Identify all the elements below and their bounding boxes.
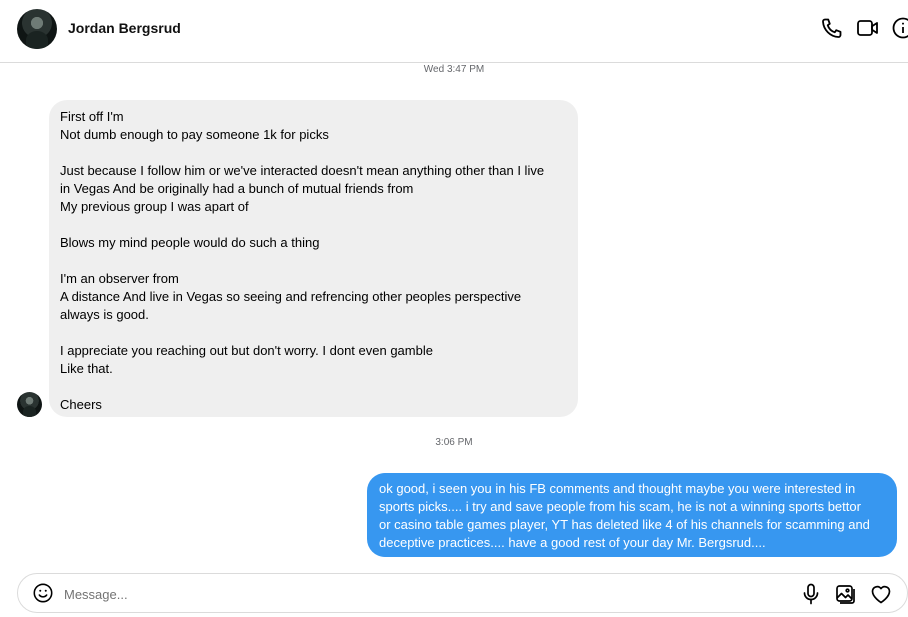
message-line xyxy=(60,324,567,342)
message-line: My previous group I was apart of xyxy=(60,199,249,214)
message-timestamp: 3:06 PM xyxy=(435,437,473,448)
message-line: I appreciate you reaching out but don't … xyxy=(60,343,433,358)
incoming-message-bubble[interactable]: First off I'm Not dumb enough to pay some… xyxy=(49,100,578,417)
sender-avatar[interactable] xyxy=(17,392,42,417)
message-timestamp: Wed 3:47 PM xyxy=(423,64,485,75)
message-line: Like that. xyxy=(60,361,113,376)
message-line: always is good. xyxy=(60,307,149,322)
image-icon[interactable] xyxy=(833,582,857,606)
message-line: A distance And live in Vegas so seeing a… xyxy=(60,289,522,304)
message-line: deceptive practices.... have a good rest… xyxy=(379,535,766,550)
emoji-icon[interactable] xyxy=(32,582,54,604)
message-line: or casino table games player, YT has del… xyxy=(379,517,870,532)
message-line: Blows my mind people would do such a thi… xyxy=(60,235,320,250)
video-icon[interactable] xyxy=(856,16,880,40)
heart-icon[interactable] xyxy=(869,582,893,606)
microphone-icon[interactable] xyxy=(799,582,823,606)
message-line xyxy=(60,252,567,270)
conversation-header: Jordan Bergsrud xyxy=(0,0,908,63)
message-line: I'm an observer from xyxy=(60,271,179,286)
contact-avatar[interactable] xyxy=(17,9,57,49)
message-line: ok good, i seen you in his FB comments a… xyxy=(379,481,856,496)
message-line xyxy=(60,144,567,162)
message-input[interactable] xyxy=(64,584,664,604)
message-line: First off I'm xyxy=(60,109,124,124)
phone-icon[interactable] xyxy=(820,16,844,40)
message-line: sports picks.... i try and save people f… xyxy=(379,499,861,514)
message-line: in Vegas And be originally had a bunch o… xyxy=(60,181,414,196)
message-line xyxy=(60,378,567,396)
outgoing-message-bubble[interactable]: ok good, i seen you in his FB comments a… xyxy=(367,473,897,557)
message-line: Just because I follow him or we've inter… xyxy=(60,163,545,178)
message-line: Cheers xyxy=(60,397,102,412)
message-composer xyxy=(17,573,908,613)
info-icon[interactable] xyxy=(891,16,908,40)
message-line xyxy=(60,216,567,234)
message-line: Not dumb enough to pay someone 1k for pi… xyxy=(60,127,329,142)
contact-name[interactable]: Jordan Bergsrud xyxy=(68,20,181,36)
